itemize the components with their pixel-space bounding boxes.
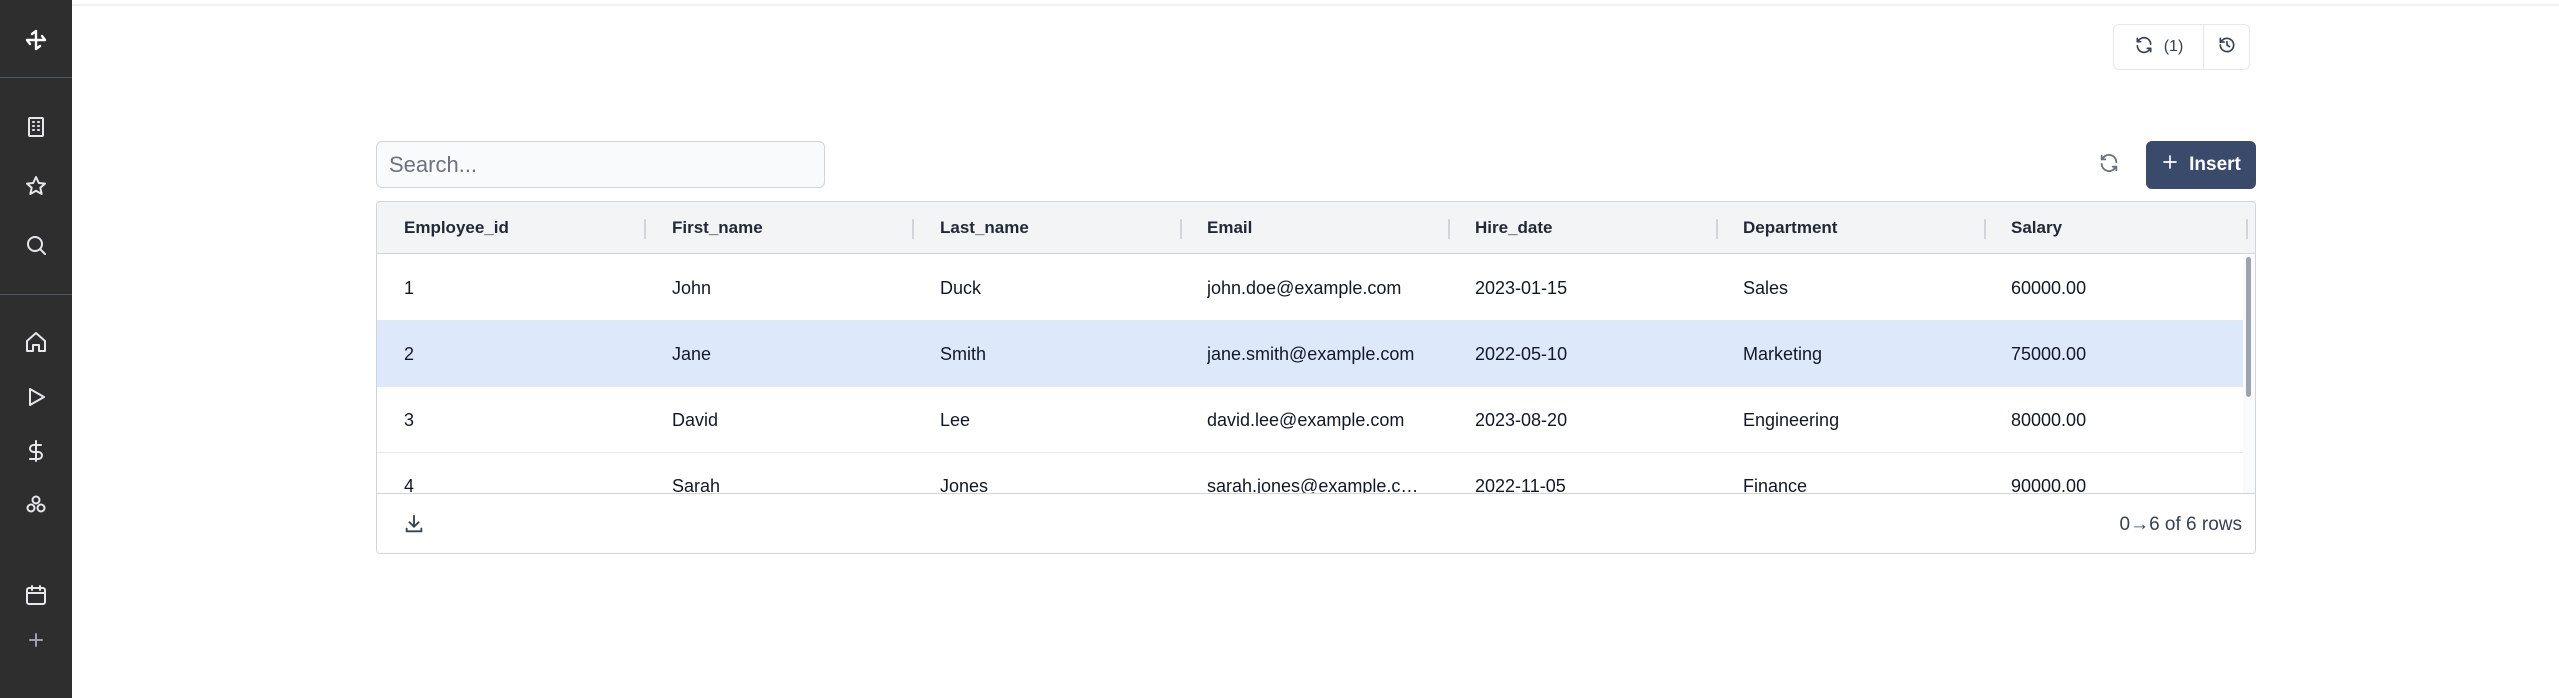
sidebar (0, 0, 72, 698)
logo-icon[interactable] (0, 15, 72, 65)
cell-salary: 80000.00 (2011, 409, 2087, 430)
toolbar-button-group: (1) (2113, 24, 2250, 70)
download-icon (403, 514, 425, 539)
top-border (72, 0, 2559, 6)
refresh-icon (2134, 35, 2154, 60)
sidebar-divider (0, 294, 72, 295)
groups-icon[interactable] (0, 480, 72, 530)
download-button[interactable] (403, 513, 425, 535)
column-resize-handle[interactable] (644, 219, 646, 239)
cell-department: Marketing (1743, 343, 1823, 364)
refresh-count: (1) (2163, 38, 2184, 55)
column-header-department[interactable]: Department (1743, 202, 1837, 254)
home-icon[interactable] (0, 317, 72, 367)
pagination-status: 0→6 of 6 rows (2119, 513, 2243, 535)
column-header-hire-date[interactable]: Hire_date (1475, 202, 1552, 254)
star-icon[interactable] (0, 161, 72, 211)
cell-hire-date: 2022-05-10 (1475, 343, 1568, 364)
search-icon[interactable] (0, 220, 72, 270)
cell-last-name: Jones (940, 475, 989, 494)
search-input[interactable] (376, 141, 825, 188)
cell-salary: 75000.00 (2011, 343, 2087, 364)
cell-department: Engineering (1743, 409, 1840, 430)
plus-icon[interactable] (0, 615, 72, 665)
column-resize-handle[interactable] (912, 219, 914, 239)
cell-email: john.doe@example.com (1207, 277, 1402, 298)
play-icon[interactable] (0, 372, 72, 422)
cell-email: sarah.jones@example.c… (1207, 475, 1419, 494)
column-header-last-name[interactable]: Last_name (940, 202, 1029, 254)
history-button[interactable] (2204, 25, 2249, 69)
cell-hire-date: 2023-08-20 (1475, 409, 1568, 430)
building-icon[interactable] (0, 102, 72, 152)
cell-hire-date: 2022-11-05 (1475, 475, 1566, 494)
table-row-selected[interactable]: 2 Jane Smith jane.smith@example.com 2022… (377, 321, 2245, 387)
history-icon (2217, 35, 2237, 60)
cell-email: david.lee@example.com (1207, 409, 1405, 430)
column-resize-handle[interactable] (2246, 219, 2248, 239)
table-header: Employee_id First_name Last_name Email H… (377, 202, 2255, 254)
dollar-icon[interactable] (0, 426, 72, 476)
column-resize-handle[interactable] (1716, 219, 1718, 239)
cell-employee-id: 3 (404, 409, 415, 430)
column-resize-handle[interactable] (1448, 219, 1450, 239)
column-header-salary[interactable]: Salary (2011, 202, 2062, 254)
table-body: 1 John Duck john.doe@example.com 2023-01… (377, 255, 2245, 493)
cell-last-name: Lee (940, 409, 971, 430)
cell-employee-id: 1 (404, 277, 415, 298)
cell-hire-date: 2023-01-15 (1475, 277, 1568, 298)
table-row[interactable]: 4 Sarah Jones sarah.jones@example.c… 202… (377, 453, 2245, 493)
cell-first-name: Sarah (672, 475, 721, 494)
scrollbar-thumb[interactable] (2246, 257, 2251, 397)
cell-salary: 90000.00 (2011, 475, 2087, 494)
cell-employee-id: 4 (404, 475, 415, 494)
column-header-first-name[interactable]: First_name (672, 202, 763, 254)
column-header-email[interactable]: Email (1207, 202, 1252, 254)
column-resize-handle[interactable] (1984, 219, 1986, 239)
cell-employee-id: 2 (404, 343, 415, 364)
cell-first-name: John (672, 277, 712, 298)
table-scrollbar[interactable] (2243, 255, 2255, 493)
insert-button[interactable]: Insert (2146, 141, 2256, 189)
table-refresh-button[interactable] (2094, 150, 2124, 180)
calendar-icon[interactable] (0, 570, 72, 620)
insert-label: Insert (2189, 154, 2241, 175)
cell-last-name: Smith (940, 343, 987, 364)
cell-department: Sales (1743, 277, 1789, 298)
table-row[interactable]: 1 John Duck john.doe@example.com 2023-01… (377, 255, 2245, 321)
cell-first-name: David (672, 409, 719, 430)
plus-icon (2161, 153, 2179, 177)
sidebar-divider (0, 77, 72, 78)
cell-last-name: Duck (940, 277, 982, 298)
column-header-employee-id[interactable]: Employee_id (404, 202, 509, 254)
refresh-icon (2098, 152, 2120, 179)
cell-salary: 60000.00 (2011, 277, 2087, 298)
refresh-count-button[interactable]: (1) (2114, 25, 2204, 69)
table-row[interactable]: 3 David Lee david.lee@example.com 2023-0… (377, 387, 2245, 453)
table-footer: 0→6 of 6 rows (377, 493, 2255, 553)
data-table: Employee_id First_name Last_name Email H… (376, 201, 2256, 554)
cell-email: jane.smith@example.com (1207, 343, 1415, 364)
cell-department: Finance (1743, 475, 1808, 494)
cell-first-name: Jane (672, 343, 712, 364)
column-resize-handle[interactable] (1180, 219, 1182, 239)
